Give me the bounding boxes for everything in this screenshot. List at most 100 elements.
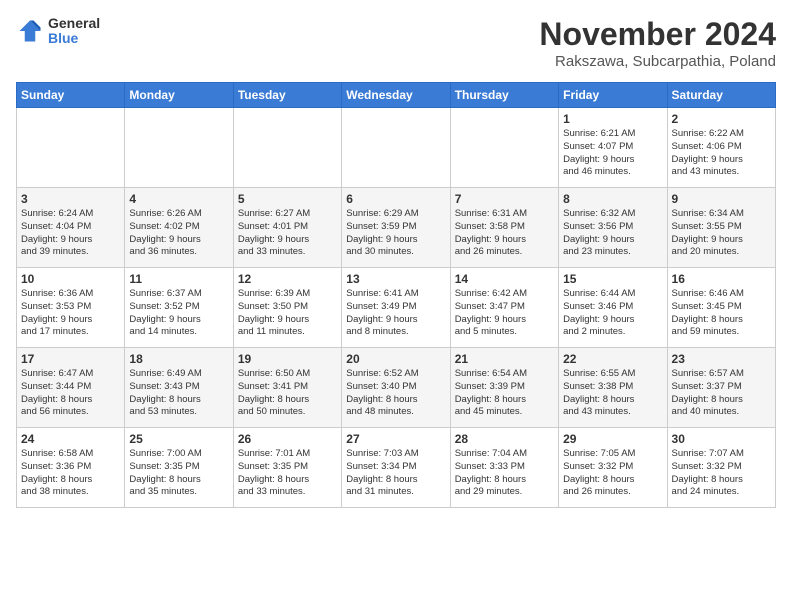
logo-text: General Blue [48, 16, 100, 47]
day-info: Sunrise: 6:55 AM Sunset: 3:38 PM Dayligh… [563, 368, 662, 419]
day-number: 3 [21, 192, 120, 206]
day-cell: 15 Sunrise: 6:44 AM Sunset: 3:46 PM Dayli… [559, 268, 667, 348]
calendar-body: 1Sunrise: 6:21 AM Sunset: 4:07 PM Daylig… [17, 108, 776, 508]
day-number: 11 [129, 272, 228, 286]
day-number: 19 [238, 352, 337, 366]
day-info: Sunrise: 6:49 AM Sunset: 3:43 PM Dayligh… [129, 368, 228, 419]
logo-icon [16, 17, 44, 45]
logo-general-text: General [48, 16, 100, 31]
day-info: Sunrise: 6:58 AM Sunset: 3:36 PM Dayligh… [21, 448, 120, 499]
day-info: Sunrise: 6:50 AM Sunset: 3:41 PM Dayligh… [238, 368, 337, 419]
day-cell: 6 Sunrise: 6:29 AM Sunset: 3:59 PM Daylig… [342, 188, 450, 268]
day-cell: 14 Sunrise: 6:42 AM Sunset: 3:47 PM Dayli… [450, 268, 558, 348]
day-number: 6 [346, 192, 445, 206]
day-info: Sunrise: 7:07 AM Sunset: 3:32 PM Dayligh… [672, 448, 771, 499]
day-cell: 29 Sunrise: 7:05 AM Sunset: 3:32 PM Dayli… [559, 428, 667, 508]
day-cell: 3 Sunrise: 6:24 AM Sunset: 4:04 PM Daylig… [17, 188, 125, 268]
day-cell: 23 Sunrise: 6:57 AM Sunset: 3:37 PM Dayli… [667, 348, 775, 428]
day-info: Sunrise: 6:34 AM Sunset: 3:55 PM Dayligh… [672, 208, 771, 259]
day-info: Sunrise: 6:27 AM Sunset: 4:01 PM Dayligh… [238, 208, 337, 259]
day-info: Sunrise: 7:03 AM Sunset: 3:34 PM Dayligh… [346, 448, 445, 499]
day-cell: 26 Sunrise: 7:01 AM Sunset: 3:35 PM Dayli… [233, 428, 341, 508]
day-cell: 1Sunrise: 6:21 AM Sunset: 4:07 PM Daylig… [559, 108, 667, 188]
day-cell: 24 Sunrise: 6:58 AM Sunset: 3:36 PM Dayli… [17, 428, 125, 508]
day-info: Sunrise: 6:57 AM Sunset: 3:37 PM Dayligh… [672, 368, 771, 419]
header-cell-monday: Monday [125, 83, 233, 108]
day-number: 14 [455, 272, 554, 286]
day-number: 24 [21, 432, 120, 446]
day-cell: 27 Sunrise: 7:03 AM Sunset: 3:34 PM Dayli… [342, 428, 450, 508]
week-row-5: 24 Sunrise: 6:58 AM Sunset: 3:36 PM Dayli… [17, 428, 776, 508]
week-row-3: 10Sunrise: 6:36 AM Sunset: 3:53 PM Dayli… [17, 268, 776, 348]
day-cell: 25 Sunrise: 7:00 AM Sunset: 3:35 PM Dayli… [125, 428, 233, 508]
day-info: Sunrise: 7:00 AM Sunset: 3:35 PM Dayligh… [129, 448, 228, 499]
day-number: 4 [129, 192, 228, 206]
day-cell: 9 Sunrise: 6:34 AM Sunset: 3:55 PM Daylig… [667, 188, 775, 268]
day-cell: 7 Sunrise: 6:31 AM Sunset: 3:58 PM Daylig… [450, 188, 558, 268]
day-cell: 8 Sunrise: 6:32 AM Sunset: 3:56 PM Daylig… [559, 188, 667, 268]
day-number: 7 [455, 192, 554, 206]
day-number: 23 [672, 352, 771, 366]
day-cell: 20Sunrise: 6:52 AM Sunset: 3:40 PM Dayli… [342, 348, 450, 428]
week-row-1: 1Sunrise: 6:21 AM Sunset: 4:07 PM Daylig… [17, 108, 776, 188]
logo: General Blue [16, 16, 100, 47]
day-number: 26 [238, 432, 337, 446]
header-cell-sunday: Sunday [17, 83, 125, 108]
week-row-4: 17 Sunrise: 6:47 AM Sunset: 3:44 PM Dayli… [17, 348, 776, 428]
day-number: 15 [563, 272, 662, 286]
day-number: 28 [455, 432, 554, 446]
day-cell: 5Sunrise: 6:27 AM Sunset: 4:01 PM Daylig… [233, 188, 341, 268]
header-cell-saturday: Saturday [667, 83, 775, 108]
day-cell: 2 Sunrise: 6:22 AM Sunset: 4:06 PM Daylig… [667, 108, 775, 188]
day-cell: 21Sunrise: 6:54 AM Sunset: 3:39 PM Dayli… [450, 348, 558, 428]
day-number: 8 [563, 192, 662, 206]
day-info: Sunrise: 7:01 AM Sunset: 3:35 PM Dayligh… [238, 448, 337, 499]
header-row: SundayMondayTuesdayWednesdayThursdayFrid… [17, 83, 776, 108]
day-number: 13 [346, 272, 445, 286]
header-cell-friday: Friday [559, 83, 667, 108]
day-number: 17 [21, 352, 120, 366]
day-cell: 30Sunrise: 7:07 AM Sunset: 3:32 PM Dayli… [667, 428, 775, 508]
day-info: Sunrise: 6:22 AM Sunset: 4:06 PM Dayligh… [672, 128, 771, 179]
day-cell [450, 108, 558, 188]
day-info: Sunrise: 7:05 AM Sunset: 3:32 PM Dayligh… [563, 448, 662, 499]
header-cell-thursday: Thursday [450, 83, 558, 108]
day-info: Sunrise: 6:36 AM Sunset: 3:53 PM Dayligh… [21, 288, 120, 339]
month-title: November 2024 [539, 16, 776, 53]
day-cell: 4 Sunrise: 6:26 AM Sunset: 4:02 PM Daylig… [125, 188, 233, 268]
day-number: 25 [129, 432, 228, 446]
day-info: Sunrise: 6:41 AM Sunset: 3:49 PM Dayligh… [346, 288, 445, 339]
day-cell: 19 Sunrise: 6:50 AM Sunset: 3:41 PM Dayli… [233, 348, 341, 428]
day-number: 9 [672, 192, 771, 206]
day-cell: 22 Sunrise: 6:55 AM Sunset: 3:38 PM Dayli… [559, 348, 667, 428]
day-info: Sunrise: 6:44 AM Sunset: 3:46 PM Dayligh… [563, 288, 662, 339]
day-cell [342, 108, 450, 188]
header-cell-wednesday: Wednesday [342, 83, 450, 108]
day-number: 29 [563, 432, 662, 446]
day-cell [233, 108, 341, 188]
day-info: Sunrise: 6:32 AM Sunset: 3:56 PM Dayligh… [563, 208, 662, 259]
day-number: 12 [238, 272, 337, 286]
day-info: Sunrise: 6:46 AM Sunset: 3:45 PM Dayligh… [672, 288, 771, 339]
day-info: Sunrise: 7:04 AM Sunset: 3:33 PM Dayligh… [455, 448, 554, 499]
page-header: General Blue November 2024 Rakszawa, Sub… [16, 16, 776, 70]
location: Rakszawa, Subcarpathia, Poland [539, 53, 776, 70]
day-info: Sunrise: 6:42 AM Sunset: 3:47 PM Dayligh… [455, 288, 554, 339]
day-number: 22 [563, 352, 662, 366]
day-info: Sunrise: 6:24 AM Sunset: 4:04 PM Dayligh… [21, 208, 120, 259]
day-number: 20 [346, 352, 445, 366]
day-info: Sunrise: 6:37 AM Sunset: 3:52 PM Dayligh… [129, 288, 228, 339]
day-number: 27 [346, 432, 445, 446]
day-info: Sunrise: 6:29 AM Sunset: 3:59 PM Dayligh… [346, 208, 445, 259]
calendar-table: SundayMondayTuesdayWednesdayThursdayFrid… [16, 82, 776, 508]
day-info: Sunrise: 6:26 AM Sunset: 4:02 PM Dayligh… [129, 208, 228, 259]
day-number: 2 [672, 112, 771, 126]
day-cell [17, 108, 125, 188]
day-cell: 28 Sunrise: 7:04 AM Sunset: 3:33 PM Dayli… [450, 428, 558, 508]
day-info: Sunrise: 6:47 AM Sunset: 3:44 PM Dayligh… [21, 368, 120, 419]
day-info: Sunrise: 6:31 AM Sunset: 3:58 PM Dayligh… [455, 208, 554, 259]
week-row-2: 3 Sunrise: 6:24 AM Sunset: 4:04 PM Daylig… [17, 188, 776, 268]
day-cell: 13 Sunrise: 6:41 AM Sunset: 3:49 PM Dayli… [342, 268, 450, 348]
day-cell: 12Sunrise: 6:39 AM Sunset: 3:50 PM Dayli… [233, 268, 341, 348]
day-cell: 10Sunrise: 6:36 AM Sunset: 3:53 PM Dayli… [17, 268, 125, 348]
